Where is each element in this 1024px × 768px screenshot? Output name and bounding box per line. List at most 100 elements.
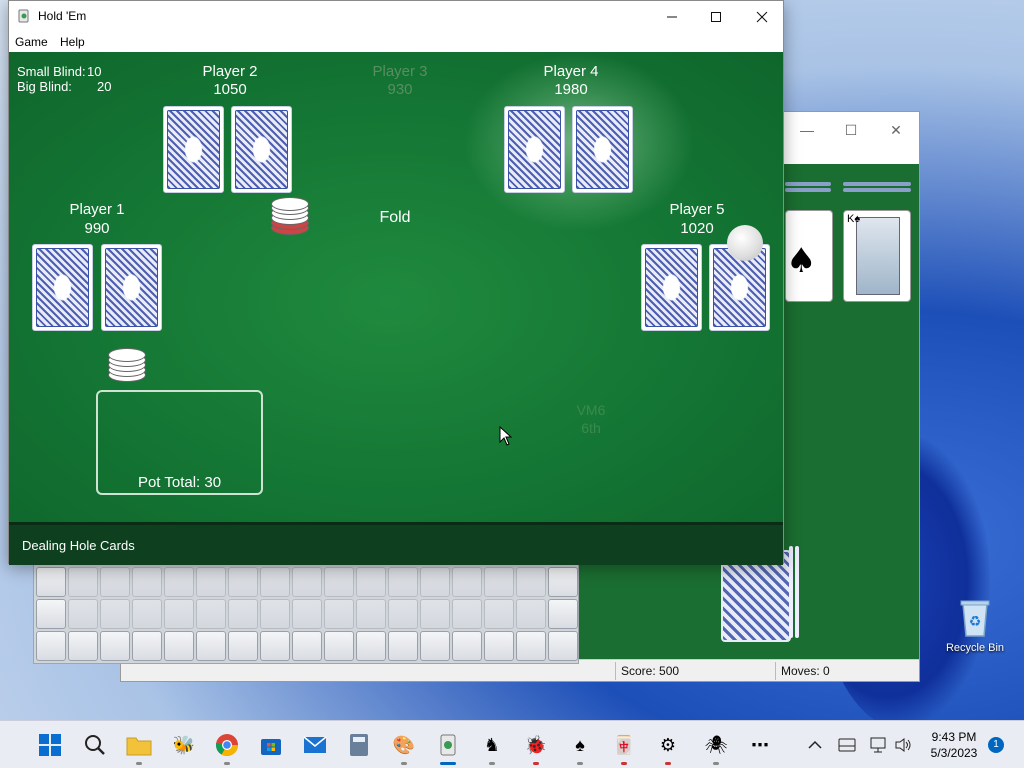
grid-key [548, 599, 578, 629]
pot-total-label: Pot Total: 30 [137, 474, 222, 491]
card-stack-edge [785, 188, 831, 192]
stock-edge [789, 546, 793, 638]
action-fold-text: Fold [379, 209, 411, 226]
grid-key [132, 631, 162, 661]
grid-key [516, 631, 546, 661]
show-hidden-icons-icon[interactable] [808, 721, 822, 768]
grid-key [548, 631, 578, 661]
chess-game-icon[interactable]: ♞ [478, 731, 506, 765]
grid-key [356, 631, 386, 661]
grid-key [516, 599, 546, 629]
menu-help[interactable]: Help [60, 35, 85, 49]
calculator-icon[interactable] [345, 731, 373, 759]
status-separator [615, 662, 616, 680]
player-4-card-1 [504, 106, 565, 193]
spider-game-icon[interactable]: ♠ [566, 731, 594, 765]
grid-key [132, 599, 162, 629]
grid-key [292, 567, 322, 597]
holdem-titlebar[interactable]: Hold 'Em [9, 1, 783, 32]
player-3-chips: 930 [387, 81, 413, 98]
notification-badge[interactable]: 1 [988, 737, 1004, 753]
king-artwork [856, 217, 900, 295]
status-text: Dealing Hole Cards [22, 538, 135, 553]
grid-key [516, 567, 546, 597]
holdem-window[interactable]: Hold 'Em Game Help Small Blind:10 Big Bl… [8, 0, 784, 565]
grid-key [452, 631, 482, 661]
gear-game-icon[interactable]: ⚙ [654, 731, 682, 765]
player-5-name: Player 5 [669, 201, 725, 218]
volume-icon[interactable] [894, 721, 912, 768]
ladybug-game-icon[interactable]: 🐞 [522, 731, 550, 765]
network-icon[interactable] [870, 721, 888, 768]
close-icon[interactable]: ✕ [876, 120, 916, 140]
tablet-icon[interactable] [838, 721, 856, 768]
grid-key [196, 599, 226, 629]
player-1-bet-chips-icon [108, 346, 146, 386]
grid-key [68, 631, 98, 661]
recycle-bin-shortcut[interactable]: ♻ Recycle Bin [943, 598, 1007, 654]
chrome-icon[interactable] [213, 731, 241, 765]
minimize-icon[interactable]: — [787, 120, 827, 140]
ace-of-spades-card[interactable]: ♠ [785, 210, 833, 302]
grid-key [420, 631, 450, 661]
grid-key [260, 631, 290, 661]
grid-key [484, 631, 514, 661]
grid-key [196, 631, 226, 661]
grid-key [324, 631, 354, 661]
grid-key [356, 599, 386, 629]
dealer-button-icon [727, 225, 763, 261]
grid-key [420, 567, 450, 597]
small-blind-value: 10 [87, 64, 102, 79]
grid-key [164, 567, 194, 597]
clock[interactable]: 9:43 PM 5/3/2023 [916, 729, 992, 761]
mahjong-icon[interactable]: 🀄 [610, 731, 638, 765]
player-4-chips: 1980 [554, 81, 588, 98]
grid-key [100, 599, 130, 629]
card-stack-edge [843, 182, 911, 186]
maximize-icon[interactable]: ☐ [831, 120, 871, 140]
game-status-bar: Dealing Hole Cards [9, 522, 783, 565]
player-2-card-1 [163, 106, 224, 193]
grid-key [388, 631, 418, 661]
menu-game[interactable]: Game [15, 35, 48, 49]
window-title: Hold 'Em [38, 9, 87, 23]
grid-key [164, 631, 194, 661]
spider-solitaire-icon[interactable]: 🕷 [702, 731, 730, 765]
king-of-spades-card[interactable]: K♠ [843, 210, 911, 302]
close-icon[interactable] [739, 4, 785, 29]
microsoft-store-icon[interactable] [257, 731, 285, 759]
grid-key [452, 567, 482, 597]
card-rank-icon: K♠ [847, 213, 861, 225]
grid-key [100, 631, 130, 661]
maximize-icon[interactable] [693, 4, 739, 29]
grid-key [228, 631, 258, 661]
mail-icon[interactable] [301, 731, 329, 759]
holdem-app-icon [17, 9, 31, 23]
small-blind-label: Small Blind: [17, 64, 86, 79]
paint-icon[interactable]: 🎨 [390, 731, 418, 765]
moves-label: Moves: 0 [781, 664, 830, 678]
grid-key [196, 567, 226, 597]
grid-key [68, 567, 98, 597]
player-2-bet-chips-icon [271, 197, 309, 237]
holdem-taskbar-icon[interactable] [434, 731, 462, 765]
poker-table[interactable]: Small Blind:10 Big Blind: 20 Player 2 105… [9, 52, 783, 522]
pot-area: Pot Total: 30 [96, 390, 263, 495]
grid-key [388, 567, 418, 597]
player-5-card-1 [641, 244, 702, 331]
stock-edge [795, 546, 799, 638]
file-explorer-icon[interactable] [125, 731, 153, 765]
grid-key [388, 599, 418, 629]
more-apps-icon[interactable]: ⋯ [746, 731, 774, 759]
taskbar: 🐝 🎨 ♞ 🐞 ♠ 🀄 ⚙ 🕷 ⋯ 9:43 PM 5/3/2023 1 [0, 720, 1024, 768]
windows-start-icon[interactable] [36, 731, 64, 759]
grid-key [292, 599, 322, 629]
watermark-line-1: VM6 [576, 402, 606, 418]
grid-key [324, 599, 354, 629]
player-2-card-2 [231, 106, 292, 193]
player-4-name: Player 4 [543, 63, 599, 80]
bee-app-icon[interactable]: 🐝 [170, 731, 198, 759]
grid-key [36, 567, 66, 597]
minimize-icon[interactable] [649, 4, 695, 29]
search-icon[interactable] [81, 731, 109, 759]
